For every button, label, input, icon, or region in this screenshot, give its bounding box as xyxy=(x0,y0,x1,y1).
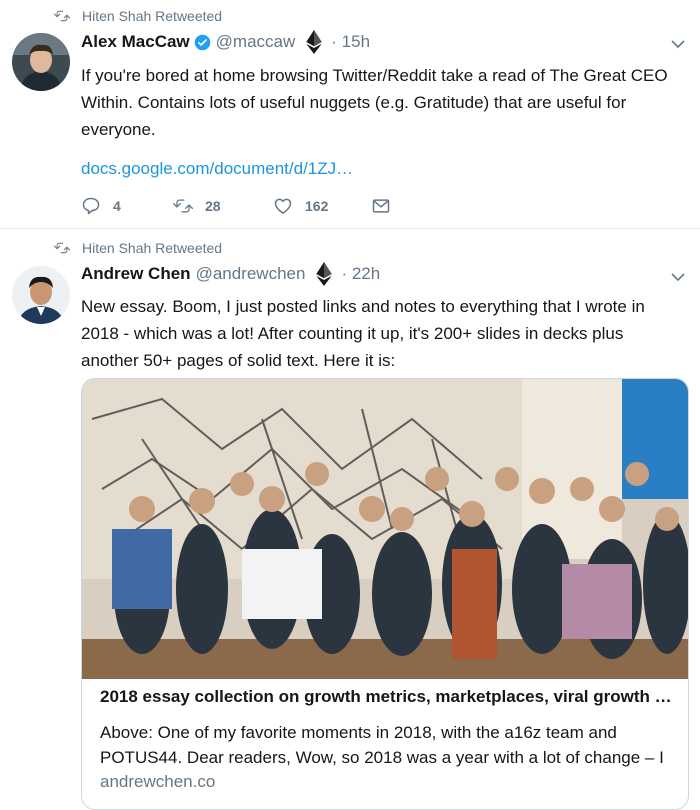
like-button[interactable]: 162 xyxy=(273,196,371,216)
retweet-count: 28 xyxy=(205,198,221,214)
chevron-down-icon[interactable] xyxy=(670,269,686,285)
heart-icon xyxy=(274,198,292,214)
timestamp[interactable]: · 15h xyxy=(331,32,370,52)
timestamp[interactable]: · 22h xyxy=(341,264,380,284)
ethereum-icon xyxy=(316,262,333,286)
tweet-actions: 4 28 162 xyxy=(81,196,403,216)
dm-button[interactable] xyxy=(371,196,403,216)
dm-icon xyxy=(372,199,390,213)
card-image xyxy=(82,379,688,679)
retweet-icon xyxy=(173,199,193,213)
avatar[interactable] xyxy=(12,33,70,91)
tweet[interactable]: Hiten Shah Retweeted Alex MacCaw @maccaw… xyxy=(0,0,700,228)
tweet-header: Andrew Chen @andrewchen · 22h xyxy=(81,262,380,286)
retweet-context-text: Hiten Shah Retweeted xyxy=(82,240,223,256)
reply-count: 4 xyxy=(113,198,121,214)
user-handle[interactable]: @andrewchen xyxy=(196,264,306,284)
tweet-text: New essay. Boom, I just posted links and… xyxy=(81,297,645,370)
like-count: 162 xyxy=(305,198,329,214)
user-handle[interactable]: @maccaw xyxy=(216,32,296,52)
tweet-header: Alex MacCaw @maccaw · 15h xyxy=(81,30,370,54)
card-domain: andrewchen.co xyxy=(100,772,216,791)
chevron-down-icon[interactable] xyxy=(670,36,686,52)
card-description: Above: One of my favorite moments in 201… xyxy=(100,723,664,767)
user-name[interactable]: Andrew Chen xyxy=(81,264,191,284)
tweet-link[interactable]: docs.google.com/document/d/1ZJ… xyxy=(81,155,681,182)
retweet-button[interactable]: 28 xyxy=(173,196,273,216)
retweet-context[interactable]: Hiten Shah Retweeted xyxy=(54,8,222,24)
user-name[interactable]: Alex MacCaw xyxy=(81,32,190,52)
reply-button[interactable]: 4 xyxy=(81,196,173,216)
reply-icon xyxy=(82,197,100,215)
verified-icon xyxy=(194,34,210,50)
retweet-icon xyxy=(54,242,70,254)
link-card[interactable]: 2018 essay collection on growth metrics,… xyxy=(81,378,689,810)
card-title: 2018 essay collection on growth metrics,… xyxy=(100,687,675,706)
retweet-icon xyxy=(54,10,70,22)
retweet-context[interactable]: Hiten Shah Retweeted xyxy=(54,240,222,256)
retweet-context-text: Hiten Shah Retweeted xyxy=(82,8,223,24)
avatar[interactable] xyxy=(12,266,70,324)
ethereum-icon xyxy=(306,30,322,54)
tweet-text: If you're bored at home browsing Twitter… xyxy=(81,66,668,139)
